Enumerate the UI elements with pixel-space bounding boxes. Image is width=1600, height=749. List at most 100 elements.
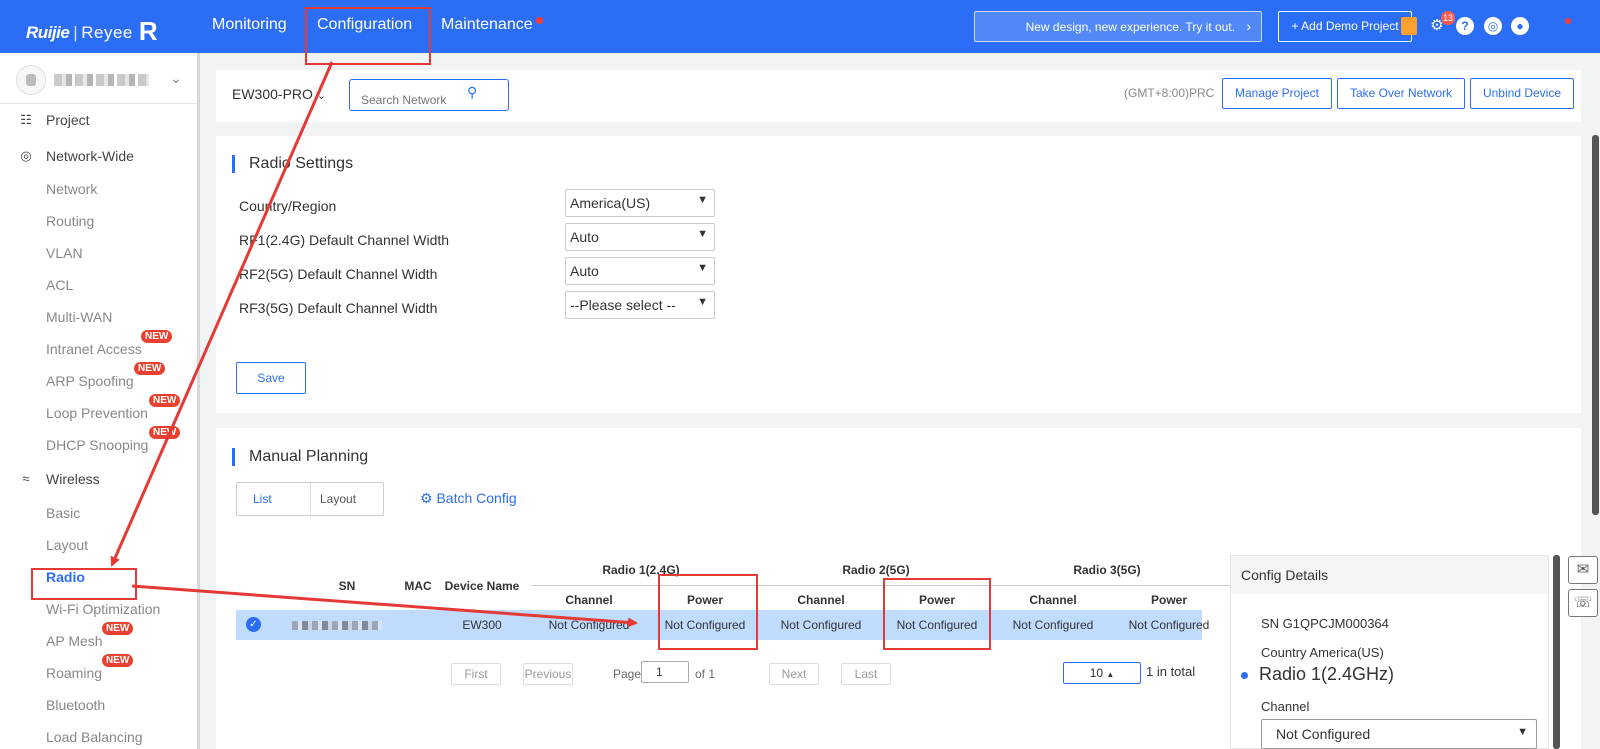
manual-planning-title: Manual Planning [232, 448, 368, 466]
next-page-button[interactable]: Next [769, 663, 819, 685]
sidebar-item-layout[interactable]: Layout [46, 537, 88, 553]
sidebar: ⌄ ☷ Project ◎ Network-Wide Network Routi… [0, 53, 200, 749]
add-demo-project-button[interactable]: + Add Demo Project [1278, 11, 1412, 42]
sidebar-item-vlan[interactable]: VLAN [46, 245, 83, 261]
sidebar-item-wifi-optimization[interactable]: Wi-Fi Optimization [46, 601, 160, 617]
new-badge: NEW [149, 426, 181, 439]
caret-up-icon: ▲ [1106, 670, 1115, 679]
row-checkbox[interactable]: ✓ [246, 617, 261, 632]
tab-list[interactable]: List [237, 483, 311, 515]
previous-page-button[interactable]: Previous [523, 663, 573, 685]
config-details-panel: Config Details SN G1QPCJM000364 Country … [1230, 555, 1549, 749]
sidebar-item-intranet-access[interactable]: Intranet Access [46, 341, 142, 357]
gear-icon: ⚙ [420, 490, 433, 506]
sidebar-item-routing[interactable]: Routing [46, 213, 94, 229]
search-icon[interactable]: ⚲ [467, 84, 477, 101]
help-icon[interactable]: ? [1456, 17, 1474, 35]
chevron-down-icon: ▼ [1517, 726, 1528, 738]
new-badge: NEW [102, 654, 134, 667]
nav-maintenance[interactable]: Maintenance [441, 16, 533, 34]
cell-r3-channel[interactable]: Not Configured [995, 618, 1111, 632]
config-radio-title: Radio 1(2.4GHz) [1259, 664, 1395, 684]
sidebar-item-bluetooth[interactable]: Bluetooth [46, 697, 105, 713]
page-count: of 1 [695, 667, 716, 681]
new-design-banner-button[interactable]: New design, new experience. Try it out. › [974, 11, 1262, 42]
chat-icon[interactable]: ✉ [1568, 556, 1598, 584]
manage-project-button[interactable]: Manage Project [1222, 78, 1332, 109]
save-button[interactable]: Save [236, 362, 306, 394]
nav-monitoring[interactable]: Monitoring [212, 16, 287, 34]
sidebar-item-load-balancing[interactable]: Load Balancing [46, 729, 143, 745]
orders-icon[interactable] [1401, 17, 1417, 35]
search-network-input[interactable] [349, 79, 509, 111]
rf1-channel-width-label: RF1(2.4G) Default Channel Width [239, 232, 450, 248]
rf2-channel-width-label: RF2(5G) Default Channel Width [239, 266, 438, 282]
avatar [16, 65, 46, 95]
tab-layout[interactable]: Layout [311, 483, 383, 515]
config-details-title: Config Details [1231, 556, 1548, 594]
sidebar-item-wireless[interactable]: Wireless [46, 471, 100, 487]
rf3-channel-width-select[interactable]: --Please select -- ▼ [565, 291, 715, 319]
rf1-channel-width-select[interactable]: Auto ▼ [565, 223, 715, 251]
chevron-down-icon: ⌄ [316, 90, 327, 102]
brand-logo[interactable]: Ruijie | Reyee R [26, 14, 158, 46]
sidebar-item-ap-mesh[interactable]: AP Mesh [46, 633, 103, 649]
sidebar-item-network-wide[interactable]: Network-Wide [46, 148, 134, 164]
sidebar-item-project[interactable]: Project [46, 112, 90, 128]
sidebar-item-dhcp-snooping[interactable]: DHCP Snooping [46, 437, 148, 453]
sidebar-item-roaming[interactable]: Roaming [46, 665, 102, 681]
sidebar-item-multi-wan[interactable]: Multi-WAN [46, 309, 112, 325]
page-size-select[interactable]: 10 ▲ [1063, 662, 1141, 684]
config-sn: SN G1QPCJM000364 [1261, 616, 1389, 631]
page-number-input[interactable]: 1 [641, 661, 689, 683]
account-switcher[interactable]: ⌄ [16, 65, 186, 95]
page-label: Page [613, 667, 642, 681]
config-channel-select[interactable]: Not Configured ▼ [1261, 719, 1537, 749]
sidebar-item-acl[interactable]: ACL [46, 277, 73, 293]
nav-configuration[interactable]: Configuration [317, 16, 412, 34]
device-selector[interactable]: EW300-PRO ⌄ [232, 86, 326, 102]
config-details-scrollbar[interactable] [1553, 555, 1560, 749]
globe-icon: ◎ [20, 148, 32, 163]
settings-icon[interactable]: ⚙ [1428, 17, 1446, 35]
wifi-icon: ≈ [22, 471, 30, 486]
column-header-radio3: Radio 3(5G) [1073, 563, 1141, 577]
last-page-button[interactable]: Last [841, 663, 891, 685]
sidebar-item-basic[interactable]: Basic [46, 505, 80, 521]
cell-r1-channel[interactable]: Not Configured [531, 618, 647, 632]
user-alert-dot [1565, 18, 1571, 24]
new-badge: NEW [141, 330, 173, 343]
main-scrollbar[interactable] [1592, 135, 1599, 515]
sidebar-item-arp-spoofing[interactable]: ARP Spoofing [46, 373, 134, 389]
sidebar-divider [0, 103, 197, 104]
timezone-label: (GMT+8:00)PRC [1124, 86, 1215, 100]
country-region-select[interactable]: America(US) ▼ [565, 189, 715, 217]
new-badge: NEW [102, 622, 134, 635]
unbind-device-button[interactable]: Unbind Device [1470, 78, 1574, 109]
cell-r3-power[interactable]: Not Configured [1111, 618, 1227, 632]
globe-icon[interactable]: ◎ [1484, 17, 1502, 35]
user-icon[interactable]: ● [1511, 17, 1529, 35]
chevron-down-icon: ▼ [697, 228, 708, 240]
chevron-down-icon: ▼ [697, 262, 708, 274]
sidebar-item-radio[interactable]: Radio [46, 569, 85, 585]
first-page-button[interactable]: First [451, 663, 501, 685]
column-header-r2-channel: Channel [797, 593, 845, 607]
cell-r2-channel[interactable]: Not Configured [763, 618, 879, 632]
support-headset-icon[interactable]: ☏ [1568, 589, 1598, 617]
view-toggle: List Layout [236, 482, 384, 516]
column-header-mac: MAC [404, 579, 432, 593]
column-header-device-name: Device Name [444, 579, 520, 593]
country-region-label: Country/Region [239, 198, 337, 214]
sidebar-item-network[interactable]: Network [46, 181, 97, 197]
top-bar: Ruijie | Reyee R Monitoring Configuration M… [0, 0, 1600, 53]
take-over-network-button[interactable]: Take Over Network [1337, 78, 1465, 109]
chevron-down-icon: ▼ [697, 296, 708, 308]
radio-bullet [1241, 672, 1248, 679]
total-count: 1 in total [1146, 664, 1196, 679]
sn-redacted [292, 621, 382, 630]
sidebar-item-loop-prevention[interactable]: Loop Prevention [46, 405, 148, 421]
rf2-channel-width-select[interactable]: Auto ▼ [565, 257, 715, 285]
batch-config-button[interactable]: ⚙ Batch Config [420, 490, 517, 507]
column-header-sn: SN [338, 579, 356, 593]
